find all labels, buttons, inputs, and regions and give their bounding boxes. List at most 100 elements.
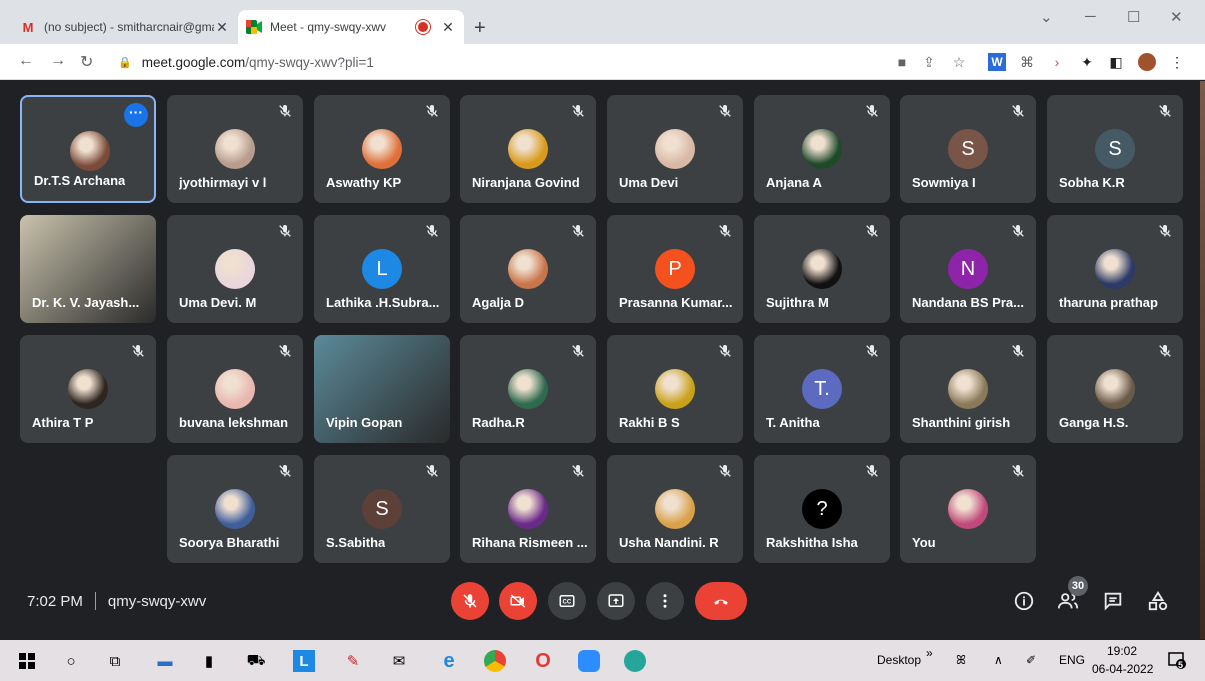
meeting-details-button[interactable]	[1012, 589, 1036, 613]
extension-arrow-icon[interactable]: ›	[1048, 53, 1066, 71]
app-icon[interactable]	[624, 650, 646, 672]
show-hidden-icons[interactable]: ∧	[994, 653, 1003, 667]
captions-button[interactable]: CC	[548, 582, 586, 620]
participant-tile[interactable]: ? Rakshitha Isha	[754, 455, 890, 563]
participant-tile[interactable]: Soorya Bharathi	[167, 455, 303, 563]
file-explorer-icon[interactable]: ▬	[154, 650, 176, 672]
participant-name: Athira T P	[32, 415, 94, 430]
toolbar-expand-icon[interactable]: »	[926, 646, 933, 660]
meeting-code: qmy-swqy-xwv	[107, 592, 207, 610]
participant-tile[interactable]: T. T. Anitha	[754, 335, 890, 443]
camera-icon[interactable]: ■	[893, 53, 911, 71]
close-window-button[interactable]: ✕	[1170, 8, 1183, 26]
participant-tile[interactable]: buvana lekshman	[167, 335, 303, 443]
people-tray-icon[interactable]: ꕤ	[956, 653, 966, 668]
mic-muted-icon	[1157, 103, 1173, 119]
participant-tile[interactable]: Radha.R	[460, 335, 596, 443]
participant-avatar	[215, 489, 255, 529]
participant-tile[interactable]: You	[900, 455, 1036, 563]
forward-icon[interactable]: →	[50, 52, 66, 70]
bookmark-star-icon[interactable]: ☆	[950, 53, 968, 71]
participant-name: Radha.R	[472, 415, 525, 430]
participant-tile[interactable]: Usha Nandini. R	[607, 455, 743, 563]
present-button[interactable]	[597, 582, 635, 620]
notification-center-icon[interactable]	[1168, 651, 1186, 669]
participant-name: Vipin Gopan	[326, 415, 403, 430]
chrome-icon[interactable]	[484, 650, 506, 672]
camera-toggle-button[interactable]	[499, 582, 537, 620]
participant-tile[interactable]: jyothirmayi v l	[167, 95, 303, 203]
participant-tile[interactable]: P Prasanna Kumar...	[607, 215, 743, 323]
windows-start-icon[interactable]	[16, 650, 38, 672]
present-screen-icon	[608, 594, 624, 607]
participant-tile[interactable]: Dr. K. V. Jayash...	[20, 215, 156, 323]
maximize-button[interactable]: ☐	[1127, 8, 1140, 26]
notepad-icon[interactable]: ▮	[198, 650, 220, 672]
participant-tile[interactable]: ··· Dr.T.S Archana	[20, 95, 156, 203]
activities-button[interactable]	[1146, 589, 1170, 613]
back-icon[interactable]: ←	[18, 52, 34, 70]
task-view-icon[interactable]: ⧉	[104, 650, 126, 672]
participant-tile[interactable]: Ganga H.S.	[1047, 335, 1183, 443]
participant-tile[interactable]: Rihana Rismeen ...	[460, 455, 596, 563]
participant-tile[interactable]: Uma Devi	[607, 95, 743, 203]
participant-tile[interactable]: Athira T P	[20, 335, 156, 443]
participant-tile[interactable]: Vipin Gopan	[314, 335, 450, 443]
participant-name: Uma Devi. M	[179, 295, 257, 310]
clock-date[interactable]: 06-04-2022	[1092, 662, 1153, 676]
participant-tile[interactable]: Niranjana Govind	[460, 95, 596, 203]
url-field[interactable]: 🔒 meet.google.com/qmy-swqy-xwv?pli=1	[108, 49, 878, 75]
participant-tile[interactable]: Aswathy KP	[314, 95, 450, 203]
participant-tile[interactable]: Uma Devi. M	[167, 215, 303, 323]
menu-kebab-icon[interactable]: ⋮	[1168, 53, 1186, 71]
leave-call-button[interactable]	[695, 582, 747, 620]
participant-tile[interactable]: Anjana A	[754, 95, 890, 203]
participant-tile[interactable]: tharuna prathap	[1047, 215, 1183, 323]
word-extension-icon[interactable]: W	[988, 53, 1006, 71]
minimize-button[interactable]: ─	[1085, 8, 1096, 25]
mic-toggle-button[interactable]	[451, 582, 489, 620]
activities-icon	[1148, 591, 1168, 611]
side-panel-icon[interactable]: ◧	[1107, 53, 1125, 71]
participant-tile[interactable]: Sujithra M	[754, 215, 890, 323]
desktop-toolbar-label[interactable]: Desktop	[877, 653, 921, 667]
mic-muted-icon	[570, 463, 586, 479]
participant-tile[interactable]: L Lathika .H.Subra...	[314, 215, 450, 323]
mail-icon[interactable]: ✉	[388, 650, 410, 672]
participant-avatar	[1095, 249, 1135, 289]
store-icon[interactable]: ⛟	[245, 650, 267, 672]
tab-meet[interactable]: Meet - qmy-swqy-xwv ✕	[238, 10, 464, 44]
close-tab-icon[interactable]: ✕	[214, 19, 230, 36]
reload-icon[interactable]: ↻	[80, 52, 93, 72]
opera-icon[interactable]: O	[532, 650, 554, 672]
participant-tile[interactable]: Agalja D	[460, 215, 596, 323]
participant-tile[interactable]: N Nandana BS Pra...	[900, 215, 1036, 323]
tile-options-button[interactable]: ···	[124, 103, 148, 127]
participant-tile[interactable]: S S.Sabitha	[314, 455, 450, 563]
participant-tile[interactable]: Shanthini girish	[900, 335, 1036, 443]
more-options-button[interactable]	[646, 582, 684, 620]
meeting-time: 7:02 PM	[27, 592, 83, 610]
language-indicator[interactable]: ENG	[1059, 653, 1085, 667]
participant-tile[interactable]: S Sowmiya I	[900, 95, 1036, 203]
clock-time[interactable]: 19:02	[1107, 644, 1137, 658]
tab-gmail[interactable]: M (no subject) - smitharcnair@gma ✕	[12, 10, 238, 44]
learning-app-icon[interactable]: L	[293, 650, 315, 672]
participant-tile[interactable]: S Sobha K.R	[1047, 95, 1183, 203]
puzzle-icon[interactable]: ✦	[1078, 53, 1096, 71]
extension-icon[interactable]: ⌘	[1018, 53, 1036, 71]
lock-icon[interactable]: 🔒	[118, 56, 132, 69]
edge-icon[interactable]: e	[438, 650, 460, 672]
close-tab-icon[interactable]: ✕	[440, 19, 456, 36]
participant-tile[interactable]: Rakhi B S	[607, 335, 743, 443]
tab-search-icon[interactable]: ⌄	[1040, 8, 1053, 26]
participant-name: Prasanna Kumar...	[619, 295, 733, 310]
share-icon[interactable]: ⇪	[920, 53, 938, 71]
profile-avatar-icon[interactable]	[1138, 53, 1156, 71]
pen-icon[interactable]: ✐	[1026, 653, 1036, 667]
zoom-icon[interactable]	[578, 650, 600, 672]
search-icon[interactable]: ○	[60, 650, 82, 672]
chat-button[interactable]	[1101, 589, 1125, 613]
snip-tool-icon[interactable]: ✎	[342, 650, 364, 672]
new-tab-button[interactable]: +	[474, 17, 486, 40]
